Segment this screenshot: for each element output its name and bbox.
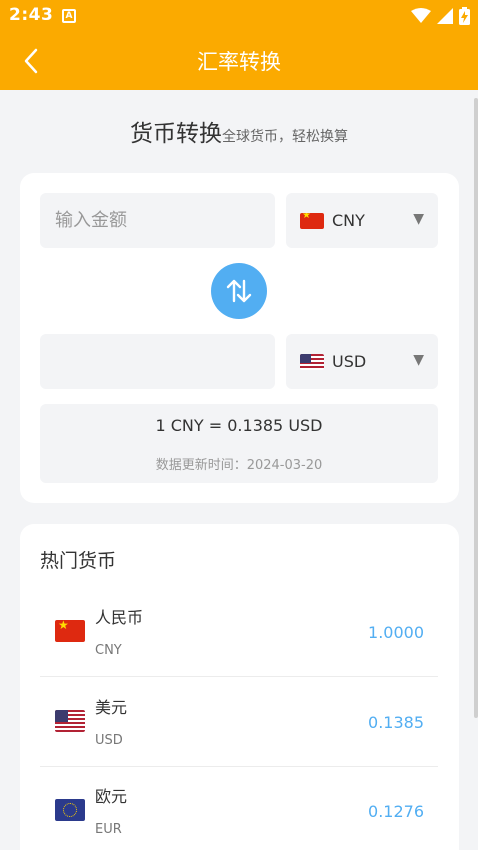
- popular-currencies-card: 热门货币 人民币 CNY 1.0000 美元 USD 0.1385 欧元 EUR…: [20, 524, 459, 850]
- to-currency-code: USD: [332, 352, 367, 371]
- section-title: 热门货币: [40, 550, 117, 572]
- status-icons: [411, 7, 470, 25]
- currency-code: EUR: [95, 822, 122, 837]
- app-bar: 汇率转换: [0, 32, 478, 90]
- currency-name: 美元: [95, 698, 128, 717]
- hero-header: 货币转换全球货币，轻松换算: [0, 114, 478, 148]
- from-currency-select[interactable]: CNY ▼: [286, 193, 438, 248]
- page-title: 汇率转换: [197, 50, 281, 74]
- currency-name: 人民币: [95, 608, 144, 627]
- cell-signal-icon: [437, 8, 453, 24]
- battery-charging-icon: [459, 7, 470, 25]
- currency-row-eur[interactable]: 欧元 EUR 0.1276: [40, 766, 438, 850]
- usa-flag-icon: [55, 710, 85, 732]
- scrollbar[interactable]: [474, 98, 478, 718]
- rate-info: 1 CNY = 0.1385 USD 数据更新时间：2024-03-20: [40, 404, 438, 483]
- status-bar: 2:43 A: [0, 0, 478, 32]
- eu-flag-icon: [55, 799, 85, 821]
- currency-row-usd[interactable]: 美元 USD 0.1385: [40, 677, 438, 767]
- usa-flag-icon: [300, 353, 324, 370]
- amount-input[interactable]: [40, 193, 275, 248]
- exchange-rate-text: 1 CNY = 0.1385 USD: [155, 416, 323, 435]
- swap-button[interactable]: [211, 263, 267, 319]
- converter-card: CNY ▼ USD ▼ 1 CNY = 0.1385 USD 数据更新时间：20…: [20, 173, 459, 503]
- currency-row-cny[interactable]: 人民币 CNY 1.0000: [40, 587, 438, 677]
- china-flag-icon: [300, 212, 324, 229]
- currency-rate: 0.1276: [368, 802, 424, 821]
- china-flag-icon: [55, 620, 85, 642]
- currency-code: CNY: [95, 643, 122, 658]
- wifi-icon: [411, 8, 431, 23]
- from-currency-code: CNY: [332, 211, 365, 230]
- update-time-text: 数据更新时间：2024-03-20: [155, 458, 323, 473]
- currency-rate: 1.0000: [368, 623, 424, 642]
- currency-rate: 0.1385: [368, 713, 424, 732]
- status-time: 2:43: [9, 5, 54, 25]
- currency-name: 欧元: [95, 787, 128, 806]
- swap-vertical-arrows-icon: [226, 279, 252, 303]
- to-currency-select[interactable]: USD ▼: [286, 334, 438, 389]
- hero-subtitle: 全球货币，轻松换算: [222, 129, 348, 145]
- currency-code: USD: [95, 733, 123, 748]
- hero-title: 货币转换: [130, 121, 222, 147]
- caret-down-icon: ▼: [413, 211, 424, 227]
- result-field[interactable]: [40, 334, 275, 389]
- caret-down-icon: ▼: [413, 352, 424, 368]
- notification-icon: A: [62, 9, 76, 23]
